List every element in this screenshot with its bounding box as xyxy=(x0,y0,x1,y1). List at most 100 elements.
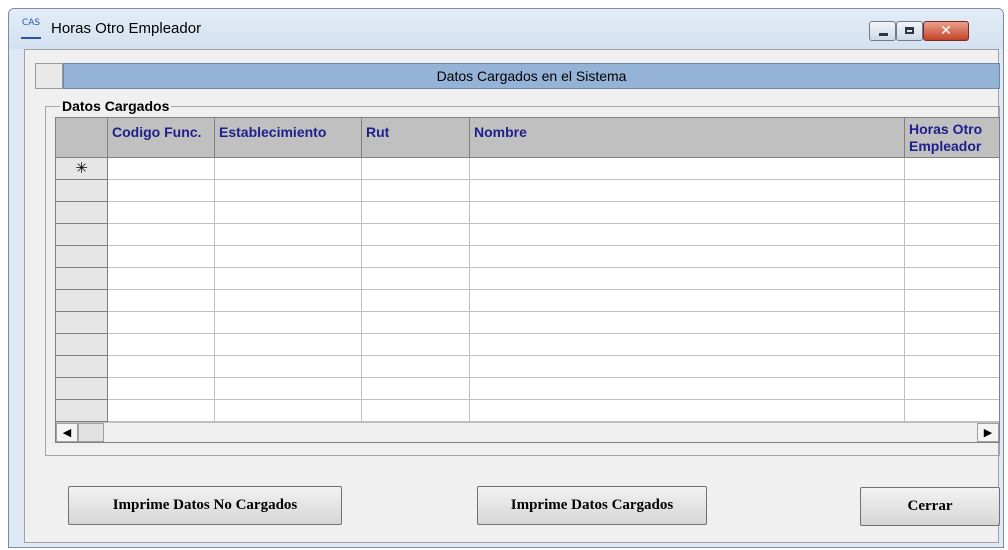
grid-cell[interactable] xyxy=(108,400,215,422)
row-selector[interactable] xyxy=(56,180,108,202)
grid-cell[interactable] xyxy=(215,202,362,224)
window-title: Horas Otro Empleador xyxy=(51,20,202,37)
grid-cell[interactable] xyxy=(905,334,999,356)
title-bar[interactable]: CAS Horas Otro Empleador ✕ xyxy=(9,9,1003,49)
grid-cell[interactable] xyxy=(470,246,905,268)
imprime-datos-no-cargados-button[interactable]: Imprime Datos No Cargados xyxy=(68,486,342,525)
grid-cell[interactable] xyxy=(108,224,215,246)
grid-cell[interactable] xyxy=(470,378,905,400)
grid-cell[interactable] xyxy=(905,158,999,180)
grid-cell[interactable] xyxy=(470,334,905,356)
grid-cell[interactable] xyxy=(215,400,362,422)
row-selector[interactable] xyxy=(56,400,108,422)
grid-cell[interactable] xyxy=(470,180,905,202)
grid-cell[interactable] xyxy=(470,224,905,246)
imprime-datos-cargados-button[interactable]: Imprime Datos Cargados xyxy=(477,486,707,525)
grid-cell[interactable] xyxy=(215,268,362,290)
grid-cell[interactable] xyxy=(215,290,362,312)
header-corner xyxy=(35,63,63,89)
grid-cell[interactable] xyxy=(108,246,215,268)
grid-cell[interactable] xyxy=(108,312,215,334)
grid-cell[interactable] xyxy=(470,400,905,422)
group-label: Datos Cargados xyxy=(60,98,172,114)
row-selector[interactable] xyxy=(56,312,108,334)
minimize-button[interactable] xyxy=(869,21,896,41)
grid-cell[interactable] xyxy=(108,180,215,202)
row-selector[interactable] xyxy=(56,356,108,378)
grid-cell[interactable] xyxy=(362,400,470,422)
grid-cell[interactable] xyxy=(470,158,905,180)
grid-cell[interactable] xyxy=(362,180,470,202)
grid-cell[interactable] xyxy=(108,202,215,224)
grid-cell[interactable] xyxy=(470,356,905,378)
grid-cell[interactable] xyxy=(108,334,215,356)
grid-cell[interactable] xyxy=(905,378,999,400)
grid-cell[interactable] xyxy=(470,290,905,312)
grid-cell[interactable] xyxy=(905,246,999,268)
grid-header-corner xyxy=(56,118,108,158)
grid-cell[interactable] xyxy=(108,378,215,400)
grid-cell[interactable] xyxy=(470,312,905,334)
grid-cell[interactable] xyxy=(905,224,999,246)
grid-cell[interactable] xyxy=(905,202,999,224)
grid-cell[interactable] xyxy=(905,312,999,334)
client-area: Datos Cargados en el Sistema Datos Carga… xyxy=(24,49,1000,543)
grid-cell[interactable] xyxy=(362,312,470,334)
close-button[interactable]: ✕ xyxy=(923,21,969,41)
cerrar-button[interactable]: Cerrar xyxy=(860,487,1000,526)
row-selector[interactable] xyxy=(56,224,108,246)
grid-cell[interactable] xyxy=(215,246,362,268)
grid-cell[interactable] xyxy=(905,356,999,378)
grid-header-nombre[interactable]: Nombre xyxy=(470,118,905,158)
grid-header-rut[interactable]: Rut xyxy=(362,118,470,158)
data-grid[interactable]: Codigo Func. Establecimiento Rut Nombre … xyxy=(55,117,1000,443)
scroll-thumb[interactable] xyxy=(78,423,104,442)
grid-cell[interactable] xyxy=(108,268,215,290)
grid-cell[interactable] xyxy=(905,400,999,422)
grid-cell[interactable] xyxy=(362,378,470,400)
grid-cell[interactable] xyxy=(215,180,362,202)
app-icon: CAS xyxy=(21,19,41,39)
grid-cell[interactable] xyxy=(362,224,470,246)
grid-cell[interactable] xyxy=(362,334,470,356)
grid-header-horas-otro-empleador[interactable]: Horas Otro Empleador xyxy=(905,118,999,158)
grid-header-establecimiento[interactable]: Establecimiento xyxy=(215,118,362,158)
grid-cell[interactable] xyxy=(362,356,470,378)
grid-cell[interactable] xyxy=(362,290,470,312)
grid-cell[interactable] xyxy=(108,356,215,378)
grid-cell[interactable] xyxy=(362,268,470,290)
close-icon: ✕ xyxy=(940,23,952,39)
scroll-left-icon[interactable]: ◀ xyxy=(56,423,78,442)
grid-cell[interactable] xyxy=(108,158,215,180)
maximize-icon xyxy=(905,27,914,34)
grid-cell[interactable] xyxy=(215,158,362,180)
grid-cell[interactable] xyxy=(470,268,905,290)
row-selector[interactable] xyxy=(56,268,108,290)
grid-cell[interactable] xyxy=(905,290,999,312)
minimize-icon xyxy=(879,33,888,36)
row-selector[interactable] xyxy=(56,334,108,356)
grid-cell[interactable] xyxy=(215,378,362,400)
row-selector[interactable] xyxy=(56,202,108,224)
grid-cell[interactable] xyxy=(362,246,470,268)
grid-cell[interactable] xyxy=(905,268,999,290)
maximize-button[interactable] xyxy=(896,21,923,41)
row-selector[interactable] xyxy=(56,290,108,312)
header-bar: Datos Cargados en el Sistema xyxy=(63,63,1000,89)
grid-cell[interactable] xyxy=(362,202,470,224)
grid-cell[interactable] xyxy=(905,180,999,202)
row-selector[interactable] xyxy=(56,246,108,268)
grid-cell[interactable] xyxy=(108,290,215,312)
grid-cell[interactable] xyxy=(362,158,470,180)
grid-cell[interactable] xyxy=(215,334,362,356)
grid-cell[interactable] xyxy=(215,356,362,378)
grid-cell[interactable] xyxy=(470,202,905,224)
row-selector[interactable] xyxy=(56,378,108,400)
grid-cell[interactable] xyxy=(215,312,362,334)
new-row-selector[interactable]: ✳ xyxy=(56,158,108,180)
grid-header-codigo-func[interactable]: Codigo Func. xyxy=(108,118,215,158)
horizontal-scrollbar[interactable]: ◀ ▶ xyxy=(56,422,999,442)
grid-cell[interactable] xyxy=(215,224,362,246)
app-window: CAS Horas Otro Empleador ✕ Datos Cargado… xyxy=(8,8,1004,548)
scroll-right-icon[interactable]: ▶ xyxy=(977,423,999,442)
